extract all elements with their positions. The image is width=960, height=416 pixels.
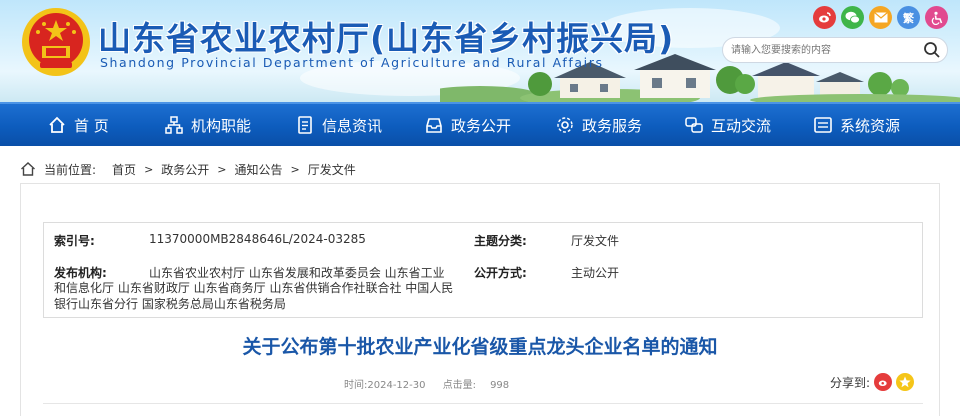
breadcrumb-item-dept-documents[interactable]: 厅发文件 xyxy=(308,161,356,178)
nav-item-gov-services[interactable]: 政务服务 xyxy=(556,104,642,146)
header-banner: 山东省农业农村厅(山东省乡村振兴局) Shandong Provincial D… xyxy=(0,0,960,102)
nav-item-information[interactable]: 信息资讯 xyxy=(296,104,382,146)
index-value: 11370000MB2848646L/2024-03285 xyxy=(149,232,366,246)
breadcrumb-item-notices[interactable]: 通知公告 xyxy=(235,161,283,178)
nav-label: 政务服务 xyxy=(582,116,643,135)
share-label: 分享到: xyxy=(830,375,871,390)
nav-item-gov-affairs-open[interactable]: 政务公开 xyxy=(425,104,511,146)
article-title: 关于公布第十批农业产业化省级重点龙头企业名单的通知 xyxy=(242,336,718,358)
publish-time-label: 时间: xyxy=(344,380,368,391)
nav-label: 互动交流 xyxy=(711,116,772,135)
breadcrumb-label: 当前位置: xyxy=(44,162,97,177)
breadcrumb-separator: > xyxy=(290,162,300,176)
share-to: 分享到: xyxy=(830,373,915,391)
publish-time-value: 2024-12-30 xyxy=(367,380,426,391)
location-home-icon xyxy=(21,162,35,176)
nav-item-organization[interactable]: 机构职能 xyxy=(165,104,251,146)
home-icon xyxy=(49,116,65,133)
breadcrumb-item-home[interactable]: 首页 xyxy=(112,161,136,178)
topic-value: 厅发文件 xyxy=(571,234,620,248)
top-share-icons: 繁 xyxy=(813,6,948,29)
breadcrumb: 当前位置: 首页 > 政务公开 > 通知公告 > 厅发文件 xyxy=(20,155,940,183)
nav-label: 首 页 xyxy=(74,116,109,135)
search-icon[interactable] xyxy=(923,41,941,59)
topic-label: 主题分类: xyxy=(474,234,527,248)
publish-time: 时间:2024-12-30 xyxy=(344,380,426,391)
nav-item-system-resources[interactable]: 系统资源 xyxy=(814,104,900,146)
service-icon xyxy=(557,117,573,133)
nav-label: 信息资讯 xyxy=(322,116,383,135)
nav-item-interaction[interactable]: 互动交流 xyxy=(685,104,771,146)
inbox-icon xyxy=(426,118,442,133)
wechat-icon[interactable] xyxy=(841,6,864,29)
site-title: 山东省农业农村厅(山东省乡村振兴局) xyxy=(98,19,675,58)
system-icon xyxy=(814,117,832,133)
nav-item-home[interactable]: 首 页 xyxy=(48,104,109,146)
index-label: 索引号: xyxy=(54,234,95,248)
article-meta: 时间:2024-12-30 点击量: 998 xyxy=(344,376,523,391)
breadcrumb-separator: > xyxy=(217,162,227,176)
weibo-icon[interactable] xyxy=(874,373,893,391)
public-method-value: 主动公开 xyxy=(571,266,620,280)
nav-label: 系统资源 xyxy=(840,116,901,135)
site-subtitle: Shandong Provincial Department of Agricu… xyxy=(100,55,604,70)
document-icon xyxy=(298,116,312,134)
nav-label: 政务公开 xyxy=(451,116,512,135)
search-input[interactable] xyxy=(731,42,921,59)
issuer-value-line1: 山东省农业农村厅 山东省发展和改革委员会 山东省工业 xyxy=(149,266,445,280)
national-emblem-icon xyxy=(22,8,90,76)
qzone-icon[interactable] xyxy=(896,373,915,391)
search-box xyxy=(722,37,948,63)
hit-count-label: 点击量: xyxy=(442,380,477,391)
email-icon[interactable] xyxy=(869,6,892,29)
issuer-label: 发布机构: xyxy=(54,266,107,280)
org-chart-icon xyxy=(165,116,183,134)
hit-count-value: 998 xyxy=(490,380,510,391)
divider xyxy=(43,403,923,404)
breadcrumb-separator: > xyxy=(144,162,154,176)
document-meta-box: 索引号: 11370000MB2848646L/2024-03285 主题分类:… xyxy=(43,222,923,318)
interaction-icon xyxy=(685,117,703,133)
public-method-label: 公开方式: xyxy=(474,266,527,280)
hit-count: 点击量: 998 xyxy=(443,380,509,391)
weibo-icon[interactable] xyxy=(813,6,836,29)
accessibility-icon[interactable] xyxy=(925,6,948,29)
traditional-chinese-icon[interactable]: 繁 xyxy=(897,6,920,29)
breadcrumb-item-gov-affairs[interactable]: 政务公开 xyxy=(161,161,209,178)
issuer-value-rest: 和信息化厅 山东省财政厅 山东省商务厅 山东省供销合作社联合社 中国人民银行山东… xyxy=(54,281,454,311)
main-nav: 首 页 机构职能 信息资讯 政务公开 政务服务 互动交流 系统资源 xyxy=(0,102,960,146)
nav-label: 机构职能 xyxy=(191,116,252,135)
